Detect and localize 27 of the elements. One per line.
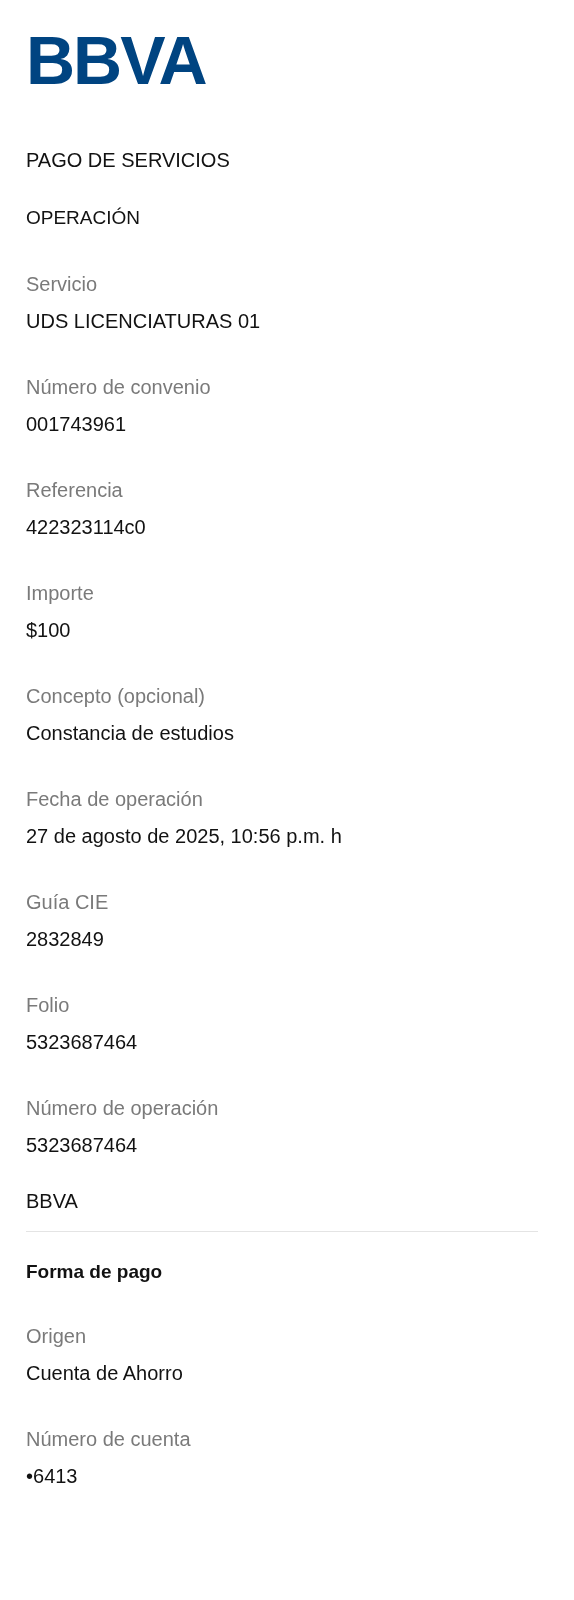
field-value: 5323687464	[26, 1030, 139, 1055]
section-heading: OPERACIÓN	[26, 206, 142, 230]
field-label: Concepto (opcional)	[26, 684, 206, 709]
field-label: Referencia	[26, 478, 124, 503]
field-label: Folio	[26, 993, 71, 1018]
field-value: 422323114c0	[26, 515, 147, 540]
field-label: Origen	[26, 1324, 88, 1349]
field-label: Número de operación	[26, 1096, 220, 1121]
field-value: 001743961	[26, 412, 128, 437]
field-value: $100	[26, 618, 72, 643]
field-label: Importe	[26, 581, 95, 606]
field-label: Número de convenio	[26, 375, 212, 400]
page-title: PAGO DE SERVICIOS	[26, 148, 231, 173]
field-value: Constancia de estudios	[26, 721, 235, 746]
field-value: 5323687464	[26, 1133, 139, 1158]
field-value: •6413	[26, 1464, 79, 1489]
bbva-logo: BBVA	[26, 24, 206, 96]
field-value: 2832849	[26, 927, 105, 952]
field-value: UDS LICENCIATURAS 01	[26, 309, 262, 334]
field-label: Número de cuenta	[26, 1427, 192, 1452]
field-label: Guía CIE	[26, 890, 110, 915]
field-label: Fecha de operación	[26, 787, 204, 812]
field-label: Servicio	[26, 272, 99, 297]
field-value: 27 de agosto de 2025, 10:56 p.m. h	[26, 824, 343, 849]
bank-name: BBVA	[26, 1189, 79, 1214]
payment-heading: Forma de pago	[26, 1260, 164, 1284]
field-value: Cuenta de Ahorro	[26, 1361, 184, 1386]
